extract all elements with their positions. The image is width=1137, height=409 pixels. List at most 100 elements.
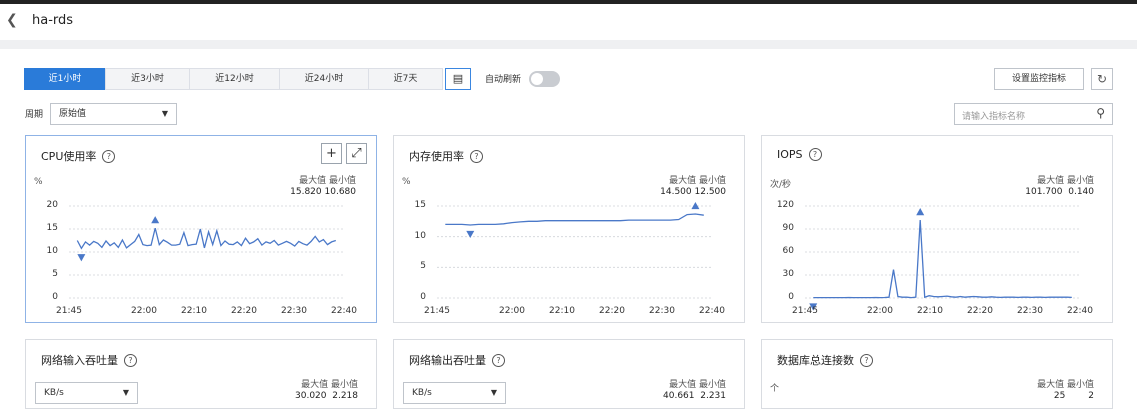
metric-search-input[interactable]	[955, 107, 1083, 127]
max-min-values: 14.500 12.500	[660, 187, 726, 197]
card-title: IOPS?	[777, 148, 822, 161]
series-line	[813, 219, 1072, 299]
x-tick-label: 22:30	[281, 306, 307, 316]
y-tick-label: 10	[46, 246, 58, 256]
y-tick-label: 20	[46, 200, 58, 210]
unit-label: 个	[770, 384, 780, 394]
caret-down-icon: ▼	[490, 388, 497, 397]
max-min-label: 最大值 最小值	[301, 380, 358, 390]
y-tick-label: 15	[46, 223, 58, 233]
x-tick-label: 22:00	[867, 306, 893, 316]
refresh-icon[interactable]: ↻	[1091, 68, 1113, 90]
y-tick-label: 0	[788, 292, 794, 302]
help-icon[interactable]: ?	[102, 150, 116, 163]
caret-down-icon: ▼	[122, 388, 129, 397]
time-range-7d[interactable]: 近7天	[368, 68, 443, 90]
x-tick-label: 22:00	[131, 306, 157, 316]
card-title: 网络输入吞吐量?	[41, 352, 137, 368]
x-tick-label: 22:10	[917, 306, 943, 316]
y-tick-label: 10	[414, 230, 426, 241]
search-icon[interactable]: ⚲	[1096, 106, 1105, 120]
x-tick-label: 22:40	[1067, 306, 1093, 316]
max-min-label: 最大值 最小值	[299, 176, 356, 186]
x-tick-label: 22:40	[699, 306, 725, 316]
y-tick-label: 60	[782, 246, 794, 256]
metric-search: ⚲	[954, 103, 1113, 127]
help-icon[interactable]: ?	[124, 354, 137, 367]
x-tick-label: 22:40	[331, 306, 357, 316]
time-range-24h[interactable]: 近24小时	[279, 68, 369, 90]
time-range-12h[interactable]: 近12小时	[189, 68, 280, 90]
max-min-label: 最大值 最小值	[1037, 380, 1094, 390]
time-range-3h[interactable]: 近3小时	[105, 68, 190, 90]
calendar-icon[interactable]: ▤	[445, 68, 471, 90]
x-tick-label: 22:30	[649, 306, 675, 316]
y-tick-label: 5	[420, 261, 426, 272]
x-tick-label: 22:10	[181, 306, 207, 316]
help-icon[interactable]: ?	[808, 148, 822, 161]
unit-label: %	[34, 177, 43, 187]
period-label: 周期	[25, 110, 44, 120]
header-divider	[0, 40, 1137, 49]
min-marker	[77, 254, 86, 262]
max-min-label: 最大值 最小值	[669, 176, 726, 186]
time-range-segment: 近1小时 近3小时 近12小时 近24小时 近7天	[24, 68, 443, 90]
x-tick-label: 22:30	[1017, 306, 1043, 316]
series-line	[76, 227, 337, 250]
card-title: CPU使用率?	[41, 148, 116, 164]
metric-card-cpu: CPU使用率? + ⤢ % 最大值 最小值 15.820 10.680 20 15…	[25, 135, 377, 323]
y-tick-label: 5	[52, 269, 58, 279]
card-title: 内存使用率?	[409, 148, 483, 164]
chart-plot	[437, 201, 712, 299]
metric-card-iops: IOPS? 次/秒 最大值 最小值 101.700 0.140 120 90 60 3…	[761, 135, 1113, 323]
x-tick-label: 22:20	[599, 306, 625, 316]
auto-refresh-toggle[interactable]	[529, 71, 560, 87]
max-min-values: 15.820 10.680	[290, 187, 356, 197]
max-min-label: 最大值 最小值	[669, 380, 726, 390]
x-tick-label: 22:00	[499, 306, 525, 316]
max-marker	[151, 216, 160, 224]
add-icon[interactable]: +	[321, 143, 342, 164]
unit-select[interactable]: KB/s ▼	[35, 382, 138, 404]
expand-icon[interactable]: ⤢	[346, 143, 367, 164]
max-min-label: 最大值 最小值	[1037, 176, 1094, 186]
set-metrics-button[interactable]: 设置监控指标	[994, 68, 1084, 90]
caret-down-icon: ▼	[161, 109, 168, 118]
y-tick-label: 0	[52, 292, 58, 302]
toggle-knob	[531, 73, 543, 85]
metric-card-net-in: 网络输入吞吐量? KB/s ▼ 最大值 最小值 30.020 2.218	[25, 339, 377, 409]
max-marker	[916, 208, 925, 216]
y-tick-label: 0	[420, 292, 426, 302]
period-select-value: 原始值	[59, 109, 87, 119]
max-marker	[691, 201, 700, 210]
help-icon[interactable]: ?	[860, 354, 873, 367]
unit-select-value: KB/s	[412, 388, 432, 398]
card-title: 网络输出吞吐量?	[409, 352, 505, 368]
x-tick-label: 22:20	[231, 306, 257, 316]
auto-refresh-label: 自动刷新	[485, 75, 522, 85]
unit-label: %	[402, 177, 411, 187]
unit-label: 次/秒	[770, 180, 792, 190]
x-tick-label: 21:45	[792, 306, 818, 316]
x-tick-label: 22:10	[549, 306, 575, 316]
unit-select[interactable]: KB/s ▼	[403, 382, 506, 404]
metric-card-connections: 数据库总连接数? 个 最大值 最小值 25 2	[761, 339, 1113, 409]
time-range-1h[interactable]: 近1小时	[24, 68, 106, 90]
y-tick-label: 30	[782, 269, 794, 279]
chart-plot	[805, 205, 1080, 311]
page-header: ❮ ha-rds	[0, 4, 1137, 40]
help-icon[interactable]: ?	[492, 354, 505, 367]
period-select[interactable]: 原始值 ▼	[50, 103, 177, 125]
max-min-values: 101.700 0.140	[1025, 187, 1094, 197]
x-tick-label: 22:20	[967, 306, 993, 316]
x-tick-label: 21:45	[424, 306, 450, 316]
chart-plot	[69, 205, 344, 299]
y-tick-label: 120	[776, 200, 794, 210]
series-line	[445, 213, 704, 226]
page-title: ha-rds	[32, 13, 74, 28]
metric-card-memory: 内存使用率? % 最大值 最小值 14.500 12.500 15 10 5 0 21:…	[393, 135, 745, 323]
metric-card-net-out: 网络输出吞吐量? KB/s ▼ 最大值 最小值 40.661 2.231	[393, 339, 745, 409]
chevron-left-icon[interactable]: ❮	[6, 12, 18, 28]
unit-select-value: KB/s	[44, 388, 64, 398]
help-icon[interactable]: ?	[470, 150, 483, 163]
